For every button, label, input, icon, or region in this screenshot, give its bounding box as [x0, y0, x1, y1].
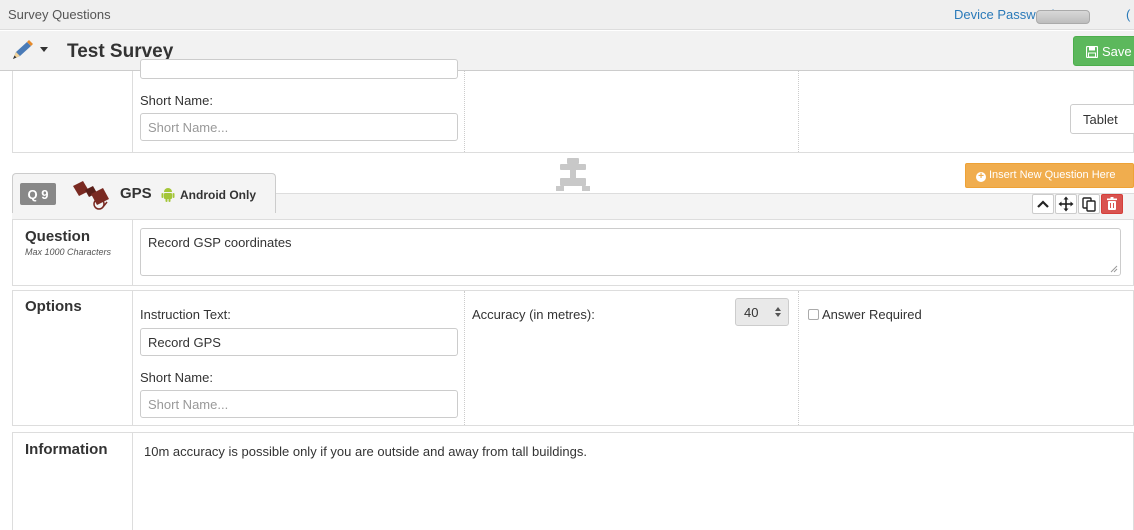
- plus-circle-icon: +: [976, 172, 986, 182]
- collapse-button[interactable]: [1032, 194, 1054, 214]
- options-row: Options Instruction Text: Record GPS Sho…: [12, 290, 1134, 426]
- instruction-text-label: Instruction Text:: [140, 307, 231, 322]
- satellite-icon: [69, 180, 113, 213]
- android-icon: [161, 187, 175, 205]
- device-password-field[interactable]: [1036, 10, 1090, 24]
- question-number-badge: Q 9: [20, 183, 56, 205]
- question-heading: Question: [25, 228, 91, 245]
- question-subheading: Max 1000 Characters: [25, 247, 112, 257]
- top-bar: Survey Questions Device Password: (: [0, 0, 1134, 30]
- pencil-icon: [13, 40, 33, 59]
- resize-grip-icon: [1110, 265, 1118, 273]
- previous-instruction-input[interactable]: [140, 59, 458, 79]
- column-divider: [464, 291, 465, 425]
- short-name-label: Short Name:: [140, 93, 213, 108]
- floppy-icon: [1085, 45, 1099, 59]
- column-divider: [464, 71, 465, 152]
- stepper-arrows-icon[interactable]: [774, 306, 782, 318]
- answer-required-checkbox[interactable]: [808, 309, 819, 320]
- column-divider: [132, 220, 133, 285]
- question-row: Question Max 1000 Characters Record GSP …: [12, 219, 1134, 286]
- copy-button[interactable]: [1078, 194, 1100, 214]
- tablet-button[interactable]: Tablet: [1070, 104, 1134, 134]
- delete-button[interactable]: [1101, 194, 1123, 214]
- column-divider: [132, 433, 133, 530]
- information-row: Information 10m accuracy is possible onl…: [12, 432, 1134, 530]
- accuracy-stepper[interactable]: 40: [735, 298, 789, 326]
- options-heading: Options: [25, 298, 82, 315]
- breadcrumb[interactable]: Survey Questions: [8, 7, 111, 22]
- question-tab: Q 9 GPS Android Only: [12, 173, 276, 213]
- insert-question-button[interactable]: + Insert New Question Here: [965, 163, 1134, 188]
- copy-icon: [1082, 197, 1096, 212]
- column-divider: [132, 71, 133, 152]
- short-name-label: Short Name:: [140, 370, 213, 385]
- previous-question-options: Short Name: Short Name...: [12, 59, 1134, 153]
- accuracy-value: 40: [744, 305, 759, 320]
- question-text-area[interactable]: Record GSP coordinates: [140, 228, 1121, 276]
- platform-label: Android Only: [180, 188, 256, 202]
- instruction-text-input[interactable]: Record GPS: [140, 328, 458, 356]
- trash-icon: [1107, 197, 1117, 210]
- save-button[interactable]: Save: [1073, 36, 1134, 66]
- column-divider: [132, 291, 133, 425]
- question-text: Record GSP coordinates: [148, 235, 292, 250]
- short-name-input[interactable]: Short Name...: [140, 390, 458, 418]
- question-type-label: GPS: [120, 185, 152, 202]
- short-name-input[interactable]: Short Name...: [140, 113, 458, 141]
- information-text: 10m accuracy is possible only if you are…: [144, 444, 587, 459]
- insert-question-label: Insert New Question Here: [989, 169, 1116, 181]
- chevron-up-icon: [1037, 200, 1049, 208]
- answer-required-label[interactable]: Answer Required: [822, 307, 922, 322]
- chevron-down-icon[interactable]: [40, 47, 48, 52]
- move-button[interactable]: [1055, 194, 1077, 214]
- drag-handle-icon[interactable]: [556, 158, 590, 192]
- move-arrows-icon: [1058, 196, 1074, 212]
- column-divider: [798, 291, 799, 425]
- save-button-label: Save: [1102, 44, 1132, 59]
- column-divider: [798, 71, 799, 152]
- accuracy-label: Accuracy (in metres):: [472, 307, 595, 322]
- topbar-edge-link[interactable]: (: [1126, 7, 1130, 22]
- information-heading: Information: [25, 441, 108, 458]
